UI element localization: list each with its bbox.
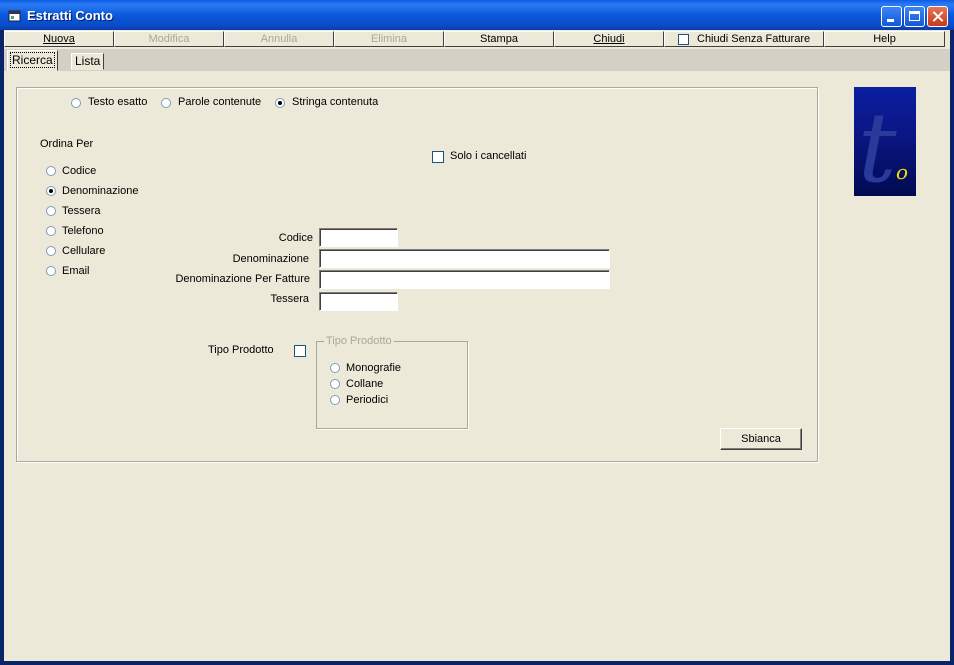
radio-periodici[interactable] xyxy=(330,395,340,405)
label-ordina-telefono: Telefono xyxy=(62,225,104,237)
label-ordina-cellulare: Cellulare xyxy=(62,245,106,257)
radio-monografie[interactable] xyxy=(330,363,340,373)
tipo-prodotto-group-title: Tipo Prodotto xyxy=(324,335,394,347)
app-window: Estratti Conto Nuova Modifica Annulla El… xyxy=(0,0,954,665)
tab-ricerca[interactable]: Ricerca xyxy=(7,50,58,71)
toolbar: Nuova Modifica Annulla Elimina Stampa Ch… xyxy=(4,30,950,48)
label-periodici: Periodici xyxy=(346,394,389,406)
tab-lista[interactable]: Lista xyxy=(71,53,105,70)
title-bar[interactable]: Estratti Conto xyxy=(0,0,954,30)
sbianca-button[interactable]: Sbianca xyxy=(720,428,802,450)
chiudi-senza-fatturare-label: Chiudi Senza Fatturare xyxy=(697,33,811,45)
label-ordina-codice: Codice xyxy=(62,165,97,177)
annulla-button[interactable]: Annulla xyxy=(224,31,334,47)
codice-input[interactable] xyxy=(319,228,398,247)
label-parole-contenute: Parole contenute xyxy=(178,96,262,108)
radio-ordina-denominazione[interactable] xyxy=(46,186,56,196)
radio-ordina-email[interactable] xyxy=(46,266,56,276)
modifica-button[interactable]: Modifica xyxy=(114,31,224,47)
elimina-button[interactable]: Elimina xyxy=(334,31,444,47)
app-logo: t o xyxy=(854,87,916,196)
stampa-button[interactable]: Stampa xyxy=(444,31,554,47)
window-title: Estratti Conto xyxy=(27,8,113,23)
logo-glyph-t: t xyxy=(858,92,897,196)
chiudi-button[interactable]: Chiudi xyxy=(554,31,664,47)
solo-cancellati-label: Solo i cancellati xyxy=(450,150,527,162)
denominazione-per-fatture-label: Denominazione Per Fatture xyxy=(175,273,310,285)
chiudi-senza-fatturare-toggle[interactable]: Chiudi Senza Fatturare xyxy=(664,31,824,47)
solo-cancellati-checkbox[interactable] xyxy=(432,151,444,163)
label-testo-esatto: Testo esatto xyxy=(88,96,148,108)
radio-ordina-codice[interactable] xyxy=(46,166,56,176)
denominazione-input[interactable] xyxy=(319,249,610,268)
denominazione-label: Denominazione xyxy=(232,253,309,265)
codice-label: Codice xyxy=(278,232,313,244)
tipo-prodotto-checkbox[interactable] xyxy=(294,345,306,357)
label-monografie: Monografie xyxy=(346,362,402,374)
app-icon xyxy=(8,10,21,22)
logo-glyph-o: o xyxy=(896,160,908,184)
radio-testo-esatto[interactable] xyxy=(71,98,81,108)
radio-stringa-contenuta[interactable] xyxy=(275,98,285,108)
ordina-per-label: Ordina Per xyxy=(40,138,94,150)
label-ordina-tessera: Tessera xyxy=(62,205,101,217)
maximize-button[interactable] xyxy=(904,6,925,27)
tipo-prodotto-label: Tipo Prodotto xyxy=(208,344,274,356)
radio-ordina-telefono[interactable] xyxy=(46,226,56,236)
radio-ordina-cellulare[interactable] xyxy=(46,246,56,256)
client-area: Nuova Modifica Annulla Elimina Stampa Ch… xyxy=(4,30,950,661)
label-collane: Collane xyxy=(346,378,384,390)
label-stringa-contenuta: Stringa contenuta xyxy=(292,96,379,108)
tessera-label: Tessera xyxy=(270,293,309,305)
denominazione-per-fatture-input[interactable] xyxy=(319,270,610,289)
close-button[interactable] xyxy=(927,6,948,27)
tab-strip: Ricerca Lista xyxy=(4,49,950,71)
radio-ordina-tessera[interactable] xyxy=(46,206,56,216)
radio-parole-contenute[interactable] xyxy=(161,98,171,108)
label-ordina-denominazione: Denominazione xyxy=(62,185,139,197)
chiudi-senza-fatturare-checkbox[interactable] xyxy=(678,34,689,45)
help-button[interactable]: Help xyxy=(824,31,945,47)
minimize-button[interactable] xyxy=(881,6,902,27)
nuova-button[interactable]: Nuova xyxy=(4,31,114,47)
radio-collane[interactable] xyxy=(330,379,340,389)
tessera-input[interactable] xyxy=(319,292,398,311)
label-ordina-email: Email xyxy=(62,265,90,277)
